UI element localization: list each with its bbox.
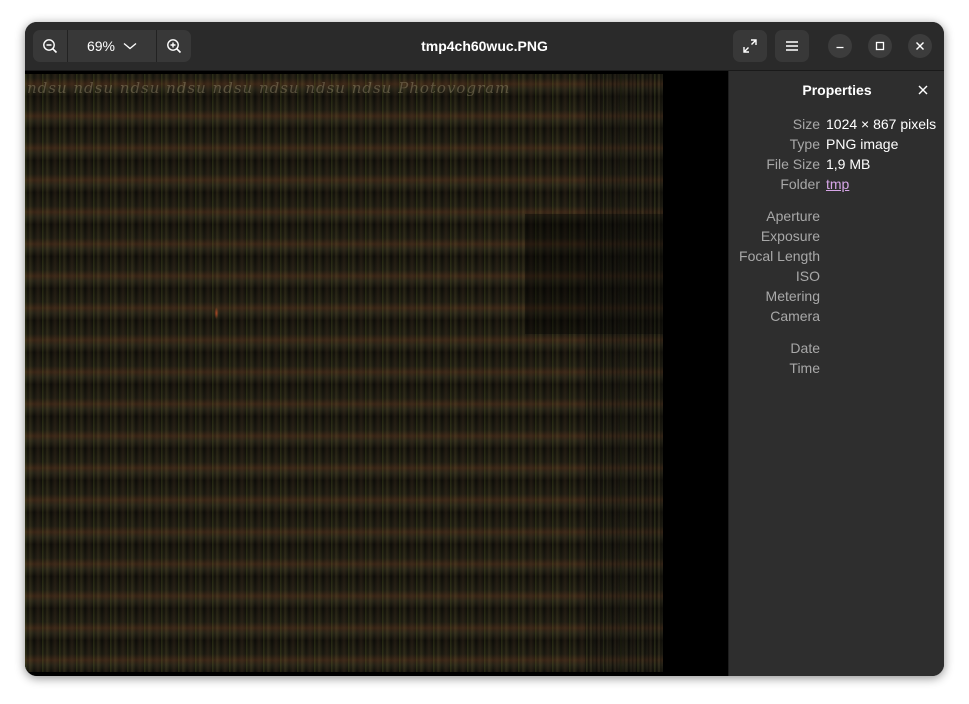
property-value: PNG image [826,136,899,152]
property-row-file-size: File Size 1,9 MB [729,154,944,174]
property-row-metering: Metering [729,286,944,306]
property-key: Folder [780,176,820,192]
image-canvas[interactable]: ndsu ndsu ndsu ndsu ndsu ndsu ndsu ndsu … [25,71,728,676]
property-row-folder: Folder tmp [729,174,944,194]
property-key: Type [789,136,820,152]
property-value: 1,9 MB [826,156,871,172]
maximize-button[interactable] [868,34,892,58]
property-row-type: Type PNG image [729,134,944,154]
property-key: Exposure [760,228,820,244]
minimize-button[interactable] [828,34,852,58]
maximize-icon [875,41,885,51]
image-viewer-window: 69% tmp4ch60wuc.PNG ndsu ndsu ndsu ndsu … [25,22,944,676]
properties-sidebar: Properties Size 1024 × 867 pixels Type P… [728,71,944,676]
property-row-time: Time [729,358,944,378]
property-row-date: Date [729,338,944,358]
property-row-exposure: Exposure [729,226,944,246]
chevron-down-icon [123,43,137,50]
property-row-camera: Camera [729,306,944,326]
close-window-button[interactable] [908,34,932,58]
close-icon [916,42,924,50]
property-key: Time [789,360,820,376]
header-bar: 69% tmp4ch60wuc.PNG [25,22,944,71]
property-key: Date [790,340,820,356]
fullscreen-button[interactable] [733,30,767,62]
displayed-image[interactable]: ndsu ndsu ndsu ndsu ndsu ndsu ndsu ndsu … [25,74,663,672]
property-row-iso: ISO [729,266,944,286]
zoom-out-icon [43,39,58,54]
property-key: Aperture [766,208,820,224]
fullscreen-icon [743,39,757,53]
zoom-level-value: 69% [86,38,116,54]
zoom-in-icon [167,39,182,54]
zoom-in-button[interactable] [157,30,191,62]
main-menu-button[interactable] [775,30,809,62]
property-value: 1024 × 867 pixels [826,116,937,132]
property-row-size: Size 1024 × 867 pixels [729,114,944,134]
hamburger-menu-icon [786,41,798,51]
property-key: Focal Length [739,248,820,264]
property-key: ISO [795,268,820,284]
property-key: Size [792,116,820,132]
minimize-icon [836,46,844,49]
zoom-out-button[interactable] [33,30,67,62]
property-row-focal-length: Focal Length [729,246,944,266]
property-key: Metering [765,288,820,304]
zoom-level-dropdown[interactable]: 69% [68,30,156,62]
properties-title: Properties [802,82,872,98]
image-watermark-text: ndsu ndsu ndsu ndsu ndsu ndsu ndsu ndsu … [27,79,511,97]
property-key: File Size [766,156,820,172]
close-icon [918,85,928,95]
property-row-aperture: Aperture [729,206,944,226]
zoom-control-group: 69% [33,30,191,62]
folder-link[interactable]: tmp [826,174,849,194]
property-key: Camera [770,308,820,324]
close-properties-button[interactable] [915,82,931,98]
